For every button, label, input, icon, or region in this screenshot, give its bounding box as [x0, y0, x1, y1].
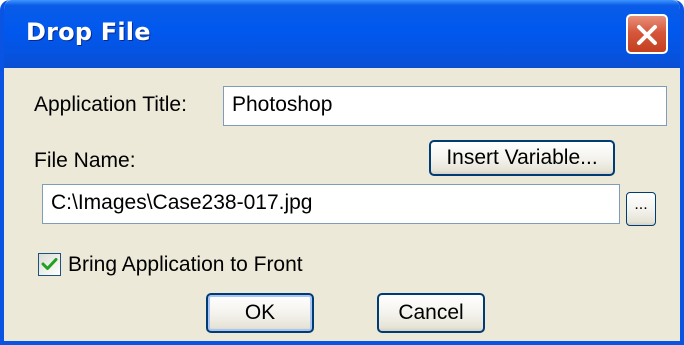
bring-to-front-label[interactable]: Bring Application to Front — [68, 253, 303, 277]
application-title-label: Application Title: — [34, 93, 187, 116]
bring-to-front-checkbox[interactable] — [38, 253, 61, 276]
drop-file-dialog: Drop File Application Title: Photoshop F… — [0, 0, 684, 345]
close-button[interactable] — [626, 14, 668, 54]
application-title-input[interactable]: Photoshop — [223, 86, 667, 126]
cancel-button[interactable]: Cancel — [377, 293, 485, 333]
file-name-label: File Name: — [34, 149, 136, 172]
window-title: Drop File — [26, 18, 151, 46]
file-name-input[interactable]: C:\Images\Case238-017.jpg — [42, 184, 620, 224]
title-bar[interactable]: Drop File — [4, 0, 680, 68]
browse-button[interactable]: ... — [626, 192, 656, 226]
ok-button[interactable]: OK — [206, 293, 314, 333]
insert-variable-button[interactable]: Insert Variable... — [429, 140, 615, 176]
